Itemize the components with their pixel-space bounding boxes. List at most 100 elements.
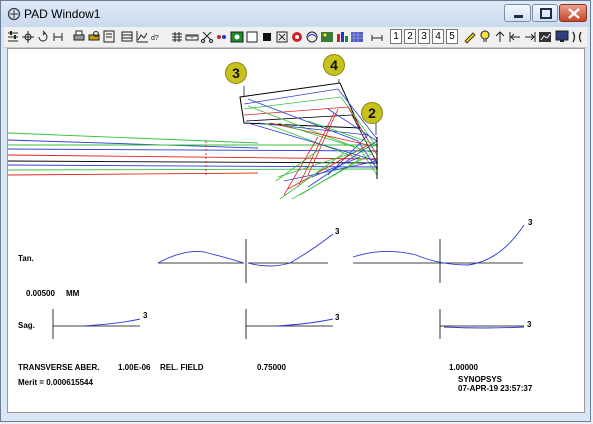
- toolbar-ruler-button[interactable]: [185, 29, 199, 44]
- surface-badge-3: 3: [225, 62, 247, 84]
- toolbar-dots-button[interactable]: [215, 29, 229, 44]
- window-icon: [246, 31, 258, 43]
- toolbar-settings-button[interactable]: [6, 29, 20, 44]
- toolbar-rotate-button[interactable]: [36, 29, 50, 44]
- toolbar-scissors-button[interactable]: [200, 29, 214, 44]
- crosshair-icon: [22, 31, 34, 43]
- folded-rays: [243, 88, 379, 200]
- rotate-icon: [38, 30, 48, 42]
- scale-unit: MM: [66, 289, 80, 298]
- toolbar-grid-button[interactable]: [170, 29, 184, 44]
- tan-plot-field-1: [352, 224, 525, 283]
- arrow-up-icon: [495, 31, 505, 42]
- toolbar-dim-button[interactable]: [370, 29, 384, 44]
- drawing-canvas[interactable]: 3 4 2 3 3 3 3 3 Tan. 0.00500 MM Sag. TRA…: [7, 48, 585, 413]
- toolbar-spot-button[interactable]: [290, 29, 304, 44]
- merit-value: Merit = 0.000615544: [18, 378, 93, 387]
- aberration-plots: [52, 224, 525, 339]
- toolbar-image-button[interactable]: [320, 29, 334, 44]
- toolbar-last-button[interactable]: [523, 29, 537, 44]
- fit-icon: [276, 31, 288, 43]
- sag-curve-label-field-1: 3: [527, 320, 532, 329]
- surface-button-4[interactable]: 4: [432, 29, 444, 44]
- sag-label: Sag.: [18, 321, 35, 330]
- maximize-button[interactable]: [532, 4, 558, 22]
- arrow-right-bar-icon: [525, 32, 536, 42]
- tan-curve-label-field-1: 3: [528, 218, 533, 227]
- minimize-button[interactable]: [504, 4, 531, 22]
- fill-icon: [263, 33, 271, 41]
- toolbar-window-button[interactable]: [245, 29, 259, 44]
- toolbar-flip-button[interactable]: [51, 29, 65, 44]
- spot-diagram-icon: [292, 32, 302, 42]
- tan-plot-field-075: [245, 233, 334, 283]
- toolbar: d? 1 2 3 4 5: [4, 27, 587, 48]
- surface-badge-2: 2: [361, 102, 383, 124]
- surface-button-2[interactable]: 2: [404, 29, 416, 44]
- scale-value: 0.00500: [26, 289, 55, 298]
- lens-icon: [572, 31, 582, 43]
- graph-icon: [136, 31, 148, 43]
- toolbar-bars-button[interactable]: [335, 29, 349, 44]
- pattern-icon: [351, 32, 363, 42]
- surface-button-1[interactable]: 1: [390, 29, 402, 44]
- rel-field-1: 1.00000: [449, 363, 478, 372]
- surface-button-5[interactable]: 5: [446, 29, 458, 44]
- toolbar-lens-button[interactable]: [570, 29, 584, 44]
- close-icon: [568, 8, 580, 19]
- transverse-aber-title: TRANSVERSE ABER.: [18, 363, 100, 372]
- camera-icon: [230, 31, 244, 43]
- title-bar[interactable]: PAD Window1: [1, 1, 590, 27]
- lightbulb-icon: [480, 30, 490, 42]
- surface-button-3[interactable]: 3: [418, 29, 430, 44]
- image-icon: [321, 32, 333, 42]
- sag-plot-field-075: [245, 309, 334, 339]
- toolbar-center-button[interactable]: [21, 29, 35, 44]
- sag-plot-field-0: [52, 309, 141, 339]
- prism-outline: [239, 82, 361, 129]
- toolbar-table-button[interactable]: [120, 29, 134, 44]
- color-dots-icon: [217, 35, 226, 39]
- surface-badge-4: 4: [323, 54, 345, 76]
- toolbar-print-button[interactable]: [72, 29, 86, 44]
- software-name: SYNOPSYS: [458, 375, 503, 384]
- toolbar-help-button[interactable]: [478, 29, 492, 44]
- toolbar-mtf-button[interactable]: [305, 29, 319, 44]
- minimize-icon: [514, 15, 523, 18]
- maximize-icon: [540, 8, 552, 19]
- toolbar-opd-button[interactable]: d?: [150, 29, 164, 44]
- pad-window: PAD Window1 d? 1 2 3 4 5 3 4 2 3 3 3 3 3…: [0, 0, 591, 422]
- toolbar-pencil-button[interactable]: [463, 29, 477, 44]
- timestamp: 07-APR-19 23:57:37: [458, 384, 533, 393]
- tan-label: Tan.: [18, 254, 34, 263]
- chart-window-icon: [539, 32, 551, 42]
- monitor-icon: [555, 30, 569, 42]
- toolbar-preview-button[interactable]: [87, 29, 101, 44]
- close-button[interactable]: [559, 4, 587, 22]
- rel-field-label: REL. FIELD: [160, 363, 204, 372]
- toolbar-first-button[interactable]: [508, 29, 522, 44]
- window-title: PAD Window1: [24, 7, 101, 21]
- arrow-left-bar-icon: [509, 32, 520, 42]
- ruler-icon: [185, 34, 199, 41]
- toolbar-pattern-button[interactable]: [350, 29, 364, 44]
- toolbar-up-button[interactable]: [493, 29, 507, 44]
- tan-curve-label-field-075: 3: [335, 227, 340, 236]
- print-icon: [73, 30, 85, 41]
- toolbar-snapshot-button[interactable]: [230, 29, 244, 44]
- sag-curve-label-field-0: 3: [143, 311, 148, 320]
- lens-layout-drawing: [8, 79, 379, 200]
- sag-curve-label-field-075: 3: [335, 313, 340, 322]
- toolbar-monitor-button[interactable]: [555, 29, 569, 44]
- sag-plot-field-1: [439, 309, 525, 339]
- toolbar-chart-button[interactable]: [538, 29, 552, 44]
- sliders-icon: [8, 31, 18, 42]
- toolbar-fit-button[interactable]: [275, 29, 289, 44]
- toolbar-zoom-button[interactable]: [102, 29, 116, 44]
- print-preview-icon: [88, 31, 100, 41]
- toolbar-fill-button[interactable]: [260, 29, 274, 44]
- toolbar-graph-button[interactable]: [135, 29, 149, 44]
- bar-chart-icon: [337, 32, 348, 42]
- grid-icon: [172, 32, 182, 42]
- dimension-icon: [371, 35, 383, 41]
